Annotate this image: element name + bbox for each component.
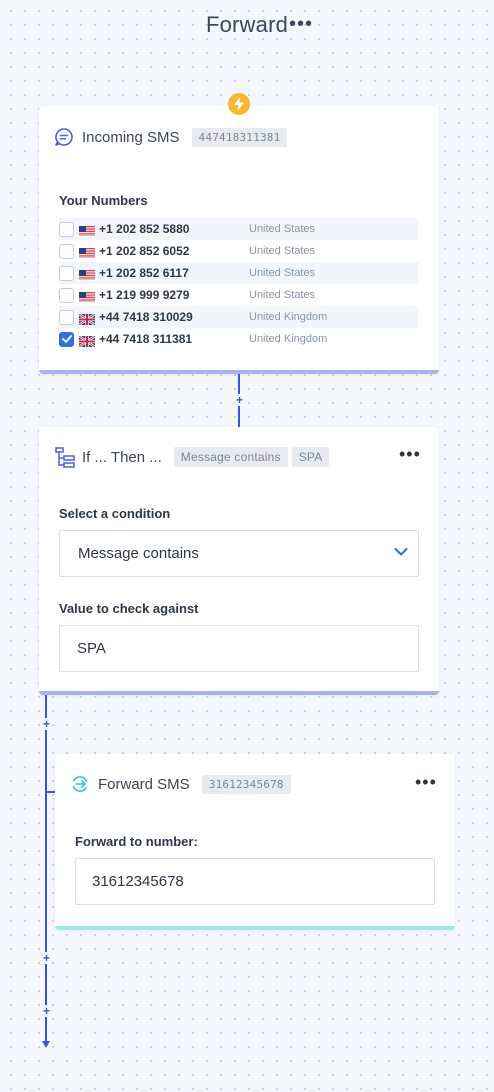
- number-row[interactable]: +1 219 999 9279 United States: [59, 284, 418, 306]
- branch-tick: [45, 791, 55, 793]
- forward-to-label: Forward to number:: [75, 834, 198, 849]
- select-condition-label: Select a condition: [59, 506, 171, 521]
- condition-title: If ... Then ...: [82, 448, 162, 466]
- forward-number-tag: 31612345678: [201, 774, 291, 794]
- add-branch-step-button-2[interactable]: +: [42, 952, 52, 964]
- branch-line: [45, 695, 47, 1041]
- uk-flag-icon: [78, 334, 96, 348]
- number-checkbox[interactable]: [59, 221, 74, 237]
- number-phone: +1 219 999 9279: [99, 288, 190, 302]
- us-flag-icon: [79, 246, 95, 259]
- number-phone: +1 202 852 5880: [99, 222, 190, 236]
- value-check-label: Value to check against: [59, 601, 199, 616]
- branch-arrow: [42, 1041, 50, 1048]
- number-country: United States: [249, 223, 316, 235]
- condition-select-value: Message contains: [78, 545, 199, 562]
- condition-select[interactable]: Message contains: [59, 530, 419, 577]
- number-checkbox[interactable]: [59, 287, 74, 303]
- condition-card[interactable]: If ... Then ... Message contains SPA •••…: [39, 427, 439, 695]
- number-row[interactable]: +1 202 852 6117 United States: [59, 262, 418, 284]
- forward-sms-card[interactable]: Forward SMS 31612345678 ••• Forward to n…: [55, 754, 455, 930]
- number-row[interactable]: +1 202 852 6052 United States: [59, 240, 418, 262]
- add-step-button[interactable]: +: [235, 394, 245, 406]
- condition-card-accent-bar: [39, 691, 439, 695]
- number-checkbox[interactable]: [59, 309, 74, 325]
- number-row[interactable]: +1 202 852 5880 United States: [59, 218, 418, 240]
- number-row[interactable]: +44 7418 310029 United Kingdom: [59, 306, 418, 328]
- forward-sms-title: Forward SMS: [98, 775, 190, 793]
- forward-more-button[interactable]: •••: [415, 773, 437, 791]
- page-title: Forward: [205, 12, 289, 37]
- incoming-sms-card[interactable]: Incoming SMS 447418311381 Your Numbers +…: [39, 106, 439, 374]
- incoming-number-tag: 447418311381: [191, 127, 288, 147]
- uk-flag-icon: [78, 312, 96, 326]
- number-country: United States: [249, 289, 316, 301]
- trigger-lightning-icon: [228, 93, 250, 115]
- number-country: United Kingdom: [249, 311, 328, 323]
- forward-number-input[interactable]: 31612345678: [75, 858, 435, 905]
- number-phone: +1 202 852 6052: [99, 244, 190, 258]
- number-checkbox[interactable]: [59, 331, 74, 347]
- add-branch-step-button[interactable]: +: [42, 718, 52, 730]
- add-branch-step-button-3[interactable]: +: [42, 1005, 52, 1017]
- condition-value-tag: SPA: [291, 447, 330, 467]
- forward-icon: [70, 774, 90, 794]
- number-country: United States: [249, 245, 316, 257]
- us-flag-icon: [79, 268, 95, 281]
- condition-more-button[interactable]: •••: [399, 445, 421, 463]
- condition-value-text: SPA: [77, 640, 106, 657]
- incoming-sms-title: Incoming SMS: [82, 128, 180, 146]
- number-phone: +44 7418 310029: [99, 310, 193, 324]
- forward-card-accent-bar: [55, 926, 455, 930]
- chevron-down-icon: [394, 547, 408, 557]
- branch-icon: [54, 446, 76, 468]
- chat-bubble-icon: [54, 127, 74, 147]
- header-more-button[interactable]: •••: [289, 14, 313, 34]
- number-country: United Kingdom: [249, 333, 328, 345]
- condition-type-tag: Message contains: [173, 447, 288, 467]
- us-flag-icon: [79, 224, 95, 237]
- condition-value-input[interactable]: SPA: [59, 625, 419, 672]
- your-numbers-label: Your Numbers: [59, 193, 148, 208]
- us-flag-icon: [79, 290, 95, 303]
- number-country: United States: [249, 267, 316, 279]
- forward-number-value: 31612345678: [92, 873, 184, 890]
- page-header: Forward •••: [0, 0, 494, 50]
- number-phone: +44 7418 311381: [99, 332, 193, 346]
- number-checkbox[interactable]: [59, 243, 74, 259]
- number-row[interactable]: +44 7418 311381 United Kingdom: [59, 328, 418, 350]
- number-phone: +1 202 852 6117: [99, 266, 189, 280]
- number-checkbox[interactable]: [59, 265, 74, 281]
